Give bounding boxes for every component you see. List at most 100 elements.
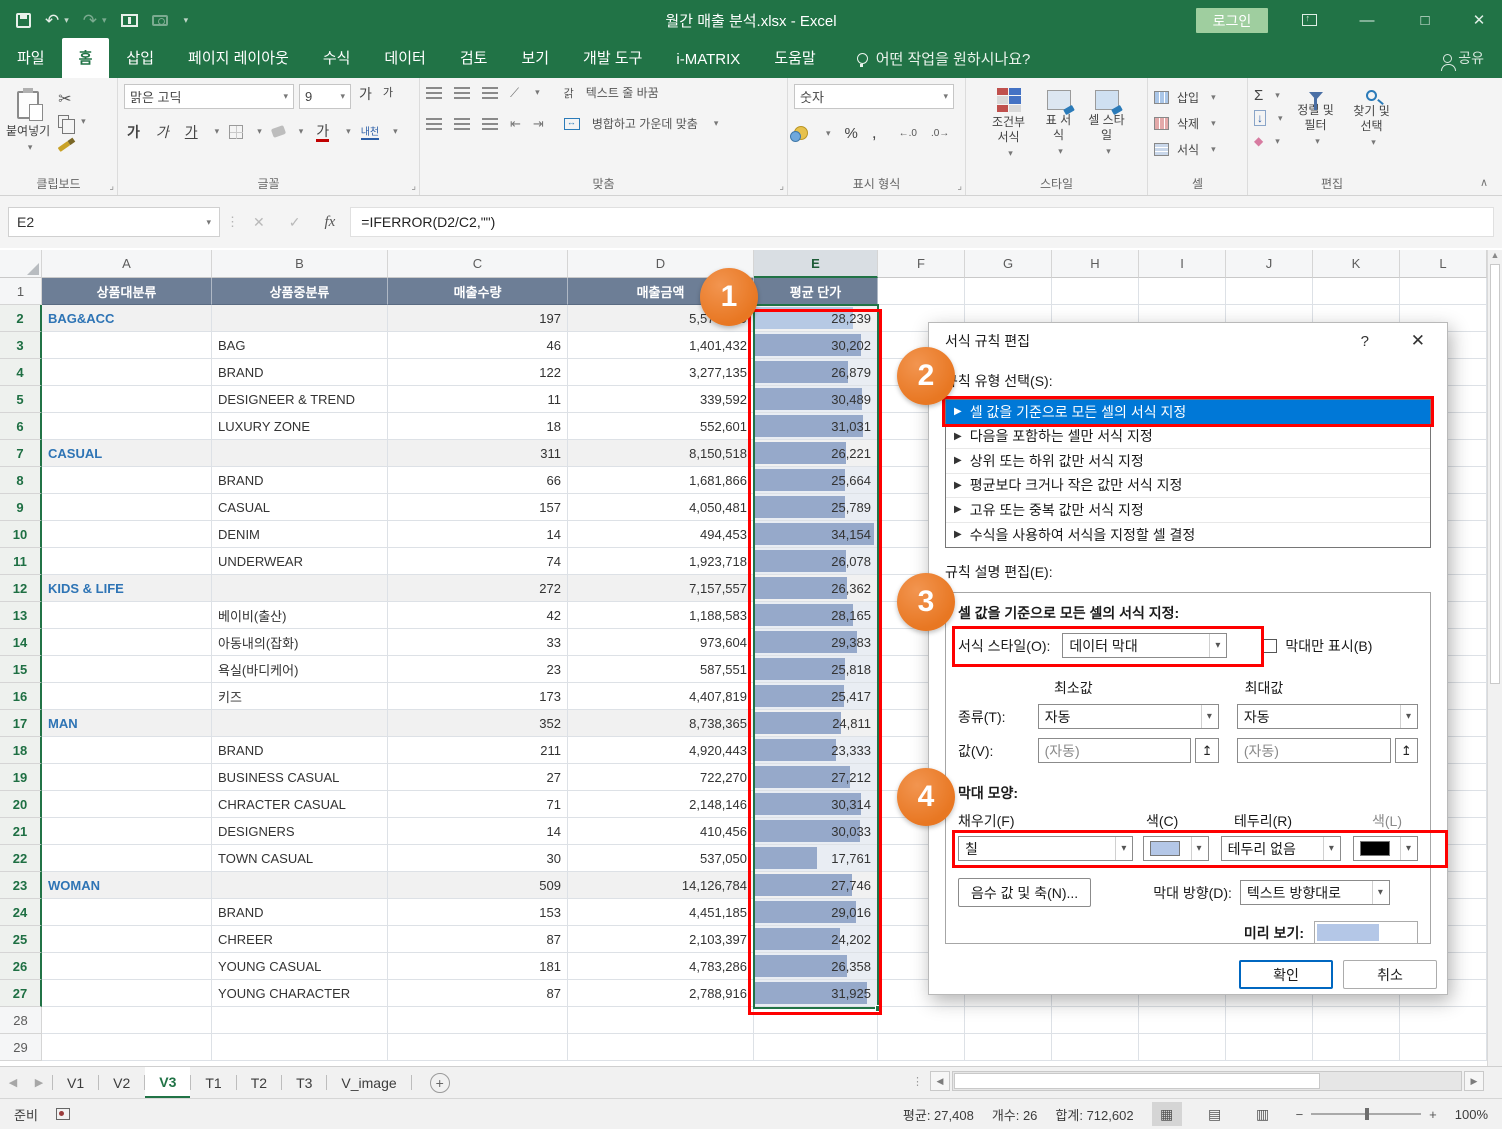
- rule-type-listbox[interactable]: ▶셀 값을 기준으로 모든 셀의 서식 지정▶다음을 포함하는 셀만 서식 지정…: [945, 399, 1431, 548]
- column-header-G[interactable]: G: [965, 250, 1052, 278]
- insert-function-icon[interactable]: fx: [315, 214, 344, 231]
- font-size-select[interactable]: 9▾: [299, 84, 351, 109]
- empty-cell[interactable]: [965, 278, 1052, 305]
- phonetic-dropdown-icon[interactable]: ▾: [393, 126, 398, 137]
- cell-e-3[interactable]: 30,202: [754, 332, 878, 359]
- row-header-18[interactable]: 18: [0, 737, 42, 764]
- cell-e-22[interactable]: 17,761: [754, 845, 878, 872]
- cell-a-19[interactable]: [42, 764, 212, 791]
- tell-me-search[interactable]: 어떤 작업을 원하시나요?: [857, 48, 1031, 78]
- cell-c-22[interactable]: 30: [388, 845, 568, 872]
- ribbon-tab-페이지 레이아웃[interactable]: 페이지 레이아웃: [171, 38, 306, 78]
- column-header-H[interactable]: H: [1052, 250, 1139, 278]
- decrease-indent-icon[interactable]: ⇤: [510, 116, 521, 132]
- fill-color-icon[interactable]: [271, 125, 286, 138]
- vertical-scrollbar[interactable]: ▲: [1487, 250, 1502, 1066]
- rule-type-item[interactable]: ▶평균보다 크거나 작은 값만 서식 지정: [946, 474, 1430, 499]
- rule-type-item[interactable]: ▶상위 또는 하위 값만 서식 지정: [946, 449, 1430, 474]
- cell-b-8[interactable]: BRAND: [212, 467, 388, 494]
- cell-c-20[interactable]: 71: [388, 791, 568, 818]
- empty-cell[interactable]: [1400, 1007, 1487, 1034]
- ok-button[interactable]: 확인: [1239, 960, 1333, 989]
- fill-dropdown-icon[interactable]: ▾: [1278, 113, 1283, 124]
- cell-a-23[interactable]: WOMAN: [42, 872, 212, 899]
- borders-dropdown-icon[interactable]: ▾: [257, 126, 262, 137]
- cell-a-3[interactable]: [42, 332, 212, 359]
- cell-e-26[interactable]: 26,358: [754, 953, 878, 980]
- fill-handle[interactable]: [875, 1005, 882, 1012]
- increase-indent-icon[interactable]: ⇥: [533, 116, 544, 132]
- row-header-27[interactable]: 27: [0, 980, 42, 1007]
- cell-a-27[interactable]: [42, 980, 212, 1007]
- cell-e-21[interactable]: 30,033: [754, 818, 878, 845]
- cell-d-11[interactable]: 1,923,718: [568, 548, 754, 575]
- cell-b-24[interactable]: BRAND: [212, 899, 388, 926]
- cell-b-19[interactable]: BUSINESS CASUAL: [212, 764, 388, 791]
- cell-b-5[interactable]: DESIGNEER & TREND: [212, 386, 388, 413]
- cell-e-17[interactable]: 24,811: [754, 710, 878, 737]
- cell-c-17[interactable]: 352: [388, 710, 568, 737]
- grow-font-icon[interactable]: 가: [356, 84, 375, 109]
- formula-bar-splitter[interactable]: ⋮: [226, 214, 238, 230]
- sheet-tab-T3[interactable]: T3: [282, 1067, 326, 1098]
- cell-c-23[interactable]: 509: [388, 872, 568, 899]
- cell-a-16[interactable]: [42, 683, 212, 710]
- cell-a-17[interactable]: MAN: [42, 710, 212, 737]
- align-top-icon[interactable]: [426, 87, 442, 99]
- row-header-17[interactable]: 17: [0, 710, 42, 737]
- cell-c-18[interactable]: 211: [388, 737, 568, 764]
- empty-cell[interactable]: [1400, 278, 1487, 305]
- sheet-nav-right-icon[interactable]: ▶: [26, 1067, 52, 1098]
- cell-c-27[interactable]: 87: [388, 980, 568, 1007]
- cell-d-10[interactable]: 494,453: [568, 521, 754, 548]
- sheet-tab-V3[interactable]: V3: [145, 1067, 190, 1098]
- minimize-button[interactable]: —: [1344, 0, 1390, 40]
- cell-c-3[interactable]: 46: [388, 332, 568, 359]
- autosum-icon[interactable]: Σ: [1254, 87, 1263, 104]
- row-header-28[interactable]: 28: [0, 1007, 42, 1034]
- increase-decimal-icon[interactable]: ←.0: [899, 128, 917, 139]
- cell-b-27[interactable]: YOUNG CHARACTER: [212, 980, 388, 1007]
- column-header-B[interactable]: B: [212, 250, 388, 278]
- value-max-input[interactable]: (자동): [1237, 738, 1391, 763]
- view-page-layout-icon[interactable]: ▤: [1200, 1102, 1230, 1126]
- cell-d-17[interactable]: 8,738,365: [568, 710, 754, 737]
- cell-b-13[interactable]: 베이비(출산): [212, 602, 388, 629]
- cell-d-13[interactable]: 1,188,583: [568, 602, 754, 629]
- delete-cells-label[interactable]: 삭제: [1177, 115, 1199, 132]
- formula-input[interactable]: =IFERROR(D2/C2,""): [350, 207, 1494, 237]
- cut-icon[interactable]: ✂: [58, 89, 71, 109]
- cell-e-23[interactable]: 27,746: [754, 872, 878, 899]
- cell-c-8[interactable]: 66: [388, 467, 568, 494]
- wrap-text-icon[interactable]: 갉: [564, 85, 574, 101]
- ribbon-tab-파일[interactable]: 파일: [0, 38, 62, 78]
- empty-cell[interactable]: [1313, 1007, 1400, 1034]
- cell-d-16[interactable]: 4,407,819: [568, 683, 754, 710]
- empty-cell[interactable]: [1226, 1034, 1313, 1061]
- cell-c-6[interactable]: 18: [388, 413, 568, 440]
- find-select-button[interactable]: 찾기 및 선택 ▾: [1349, 84, 1395, 150]
- cell-a-9[interactable]: [42, 494, 212, 521]
- ribbon-tab-홈[interactable]: 홈: [62, 38, 110, 78]
- borders-icon[interactable]: [229, 125, 243, 139]
- align-center-icon[interactable]: [454, 118, 470, 130]
- accounting-format-icon[interactable]: [794, 126, 808, 140]
- cell-a-2[interactable]: BAG&ACC: [42, 305, 212, 332]
- cell-d-9[interactable]: 4,050,481: [568, 494, 754, 521]
- cell-b-17[interactable]: [212, 710, 388, 737]
- row-header-15[interactable]: 15: [0, 656, 42, 683]
- view-page-break-icon[interactable]: ▥: [1248, 1102, 1278, 1126]
- conditional-formatting-button[interactable]: 조건부 서식 ▾: [986, 88, 1032, 159]
- cell-d-24[interactable]: 4,451,185: [568, 899, 754, 926]
- zoom-track[interactable]: [1311, 1113, 1421, 1115]
- zoom-slider[interactable]: − +: [1296, 1107, 1437, 1122]
- cell-d-6[interactable]: 552,601: [568, 413, 754, 440]
- ribbon-tab-검토[interactable]: 검토: [443, 38, 505, 78]
- ribbon-display-options-button[interactable]: [1286, 0, 1332, 40]
- cell-a-15[interactable]: [42, 656, 212, 683]
- fill-color-dropdown-icon[interactable]: ▾: [299, 126, 304, 137]
- maximize-button[interactable]: □: [1402, 0, 1448, 40]
- ribbon-tab-도움말[interactable]: 도움말: [757, 38, 832, 78]
- cell-b-11[interactable]: UNDERWEAR: [212, 548, 388, 575]
- cell-b-21[interactable]: DESIGNERS: [212, 818, 388, 845]
